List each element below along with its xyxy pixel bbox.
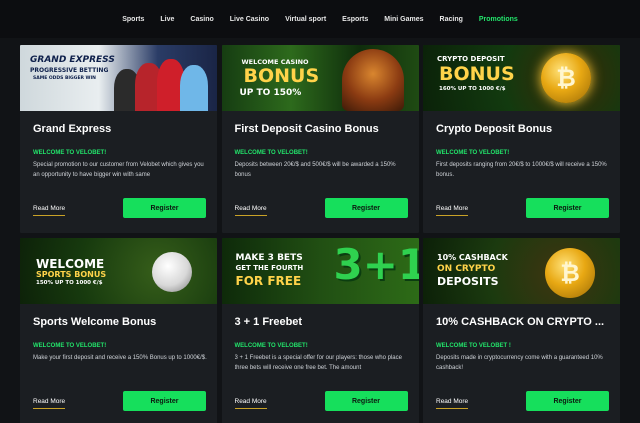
nav-promotions[interactable]: Promotions	[471, 16, 526, 23]
banner-line1: WELCOME	[36, 257, 105, 271]
register-button[interactable]: Register	[526, 198, 609, 218]
register-button[interactable]: Register	[324, 391, 408, 411]
nav-casino[interactable]: Casino	[182, 16, 221, 23]
promo-description: Deposits between 20€/$ and 500€/$ will b…	[234, 162, 396, 178]
banner-line1: GRAND EXPRESS	[30, 55, 115, 65]
bitcoin-icon: ₿	[541, 53, 591, 103]
banner-line3: 160% UP TO 1000 €/$	[439, 86, 506, 92]
zeus-figure	[341, 49, 404, 111]
banner-line2: ON CRYPTO	[437, 264, 496, 274]
promo-banner[interactable]: 10% CASHBACK ON CRYPTO DEPOSITS ₿	[423, 238, 620, 304]
promo-banner[interactable]: MAKE 3 BETS GET THE FOURTH FOR FREE 3+1	[221, 238, 419, 304]
register-button[interactable]: Register	[526, 391, 609, 411]
promo-card-casino-bonus: WELCOME CASINO BONUS UP TO 150% First De…	[221, 45, 419, 233]
promo-description: Make your first deposit and receive a 15…	[33, 355, 207, 361]
banner-line3: DEPOSITS	[437, 275, 499, 288]
banner-line3: FOR FREE	[235, 274, 302, 288]
banner-line3: SAME ODDS BIGGER WIN	[33, 76, 96, 81]
nav-esports[interactable]: Esports	[334, 16, 376, 23]
nav-live[interactable]: Live	[152, 16, 182, 23]
promo-title: Sports Welcome Bonus	[33, 316, 157, 328]
bitcoin-icon: ₿	[545, 248, 595, 298]
promo-card-grand-express: GRAND EXPRESS PROGRESSIVE BETTING SAME O…	[20, 45, 217, 233]
promo-title: 3 + 1 Freebet	[234, 316, 303, 328]
banner-line2: SPORTS BONUS	[36, 270, 107, 279]
promo-description: First deposits ranging from 20€/$ to 100…	[436, 162, 607, 178]
register-button[interactable]: Register	[123, 391, 206, 411]
read-more-link[interactable]: Read More	[436, 398, 469, 409]
read-more-link[interactable]: Read More	[33, 398, 66, 409]
promotions-grid: GRAND EXPRESS PROGRESSIVE BETTING SAME O…	[20, 45, 620, 423]
banner-line2: GET THE FOURTH	[235, 264, 304, 272]
banner-line2: BONUS	[243, 65, 320, 87]
promo-title: First Deposit Casino Bonus	[234, 123, 379, 135]
promo-card-crypto-bonus: CRYPTO DEPOSIT BONUS 160% UP TO 1000 €/$…	[423, 45, 620, 233]
promo-card-sports-bonus: WELCOME SPORTS BONUS 150% UP TO 1000 €/$…	[20, 238, 217, 423]
banner-line3: UP TO 150%	[239, 88, 302, 98]
football-icon	[152, 252, 192, 292]
register-button[interactable]: Register	[324, 198, 408, 218]
promo-welcome: WELCOME TO VELOBET!	[234, 150, 308, 156]
read-more-link[interactable]: Read More	[234, 398, 267, 409]
promo-banner[interactable]: GRAND EXPRESS PROGRESSIVE BETTING SAME O…	[20, 45, 217, 111]
nav-virtual-sport[interactable]: Virtual sport	[277, 16, 334, 23]
read-more-link[interactable]: Read More	[33, 205, 66, 216]
read-more-link[interactable]: Read More	[436, 205, 469, 216]
banner-big-number: 3+1	[333, 240, 419, 289]
nav-live-casino[interactable]: Live Casino	[222, 16, 277, 23]
nav-mini-games[interactable]: Mini Games	[376, 16, 431, 23]
top-navigation: Sports Live Casino Live Casino Virtual s…	[0, 0, 640, 38]
banner-line1: CRYPTO DEPOSIT	[437, 55, 505, 63]
promo-welcome: WELCOME TO VELOBET!	[234, 343, 308, 349]
banner-line1: 10% CASHBACK	[437, 253, 508, 262]
promo-title: Crypto Deposit Bonus	[436, 123, 553, 135]
promo-description: Deposits made in cryptocurrency come wit…	[436, 355, 603, 371]
banner-line2: PROGRESSIVE BETTING	[30, 67, 109, 74]
promo-banner[interactable]: WELCOME SPORTS BONUS 150% UP TO 1000 €/$	[20, 238, 217, 304]
promo-description: Special promotion to our customer from V…	[33, 162, 204, 178]
promo-title: 10% CASHBACK ON CRYPTO ...	[436, 316, 605, 328]
nav-racing[interactable]: Racing	[432, 16, 471, 23]
promo-welcome: WELCOME TO VELOBET!	[33, 343, 107, 349]
promo-welcome: WELCOME TO VELOBET!	[436, 150, 510, 156]
promo-welcome: WELCOME TO VELOBET!	[33, 150, 107, 156]
banner-line2: BONUS	[439, 63, 515, 85]
promo-banner[interactable]: CRYPTO DEPOSIT BONUS 160% UP TO 1000 €/$…	[423, 45, 620, 111]
promo-welcome: WELCOME TO VELOBET !	[436, 343, 511, 349]
register-button[interactable]: Register	[123, 198, 206, 218]
promo-card-freebet: MAKE 3 BETS GET THE FOURTH FOR FREE 3+1 …	[221, 238, 419, 423]
player-figure	[180, 65, 208, 111]
promo-card-cashback: 10% CASHBACK ON CRYPTO DEPOSITS ₿ 10% CA…	[423, 238, 620, 423]
read-more-link[interactable]: Read More	[234, 205, 267, 216]
promo-title: Grand Express	[33, 123, 112, 135]
nav-sports[interactable]: Sports	[114, 16, 152, 23]
banner-line3: 150% UP TO 1000 €/$	[36, 280, 103, 286]
banner-line1: MAKE 3 BETS	[235, 253, 303, 263]
promo-description: 3 + 1 Freebet is a special offer for our…	[234, 355, 402, 371]
promo-banner[interactable]: WELCOME CASINO BONUS UP TO 150%	[221, 45, 419, 111]
